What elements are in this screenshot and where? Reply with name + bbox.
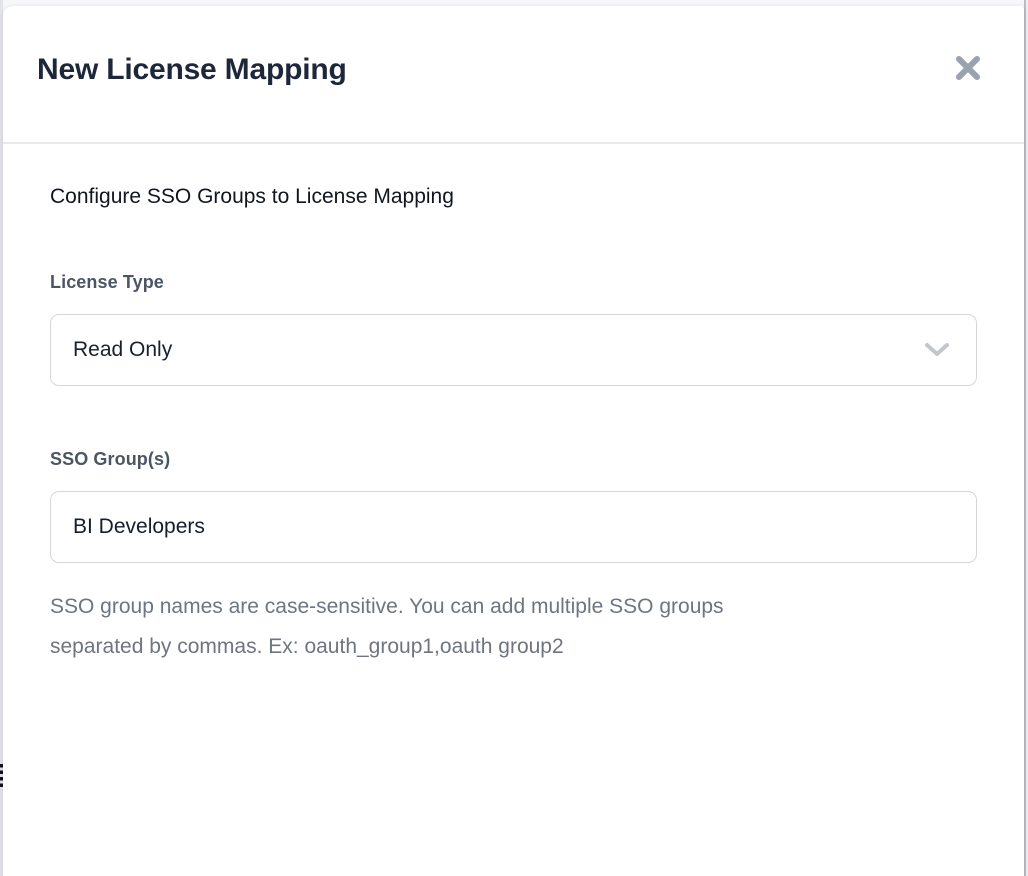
sso-groups-input[interactable]: [51, 492, 976, 562]
modal-header: New License Mapping: [3, 6, 1024, 144]
license-type-label: License Type: [50, 272, 977, 293]
modal-body: Configure SSO Groups to License Mapping …: [3, 144, 1024, 876]
screen: New License Mapping Configure SSO Groups…: [0, 0, 1028, 876]
window-right-border: [1024, 0, 1026, 876]
chevron-down-icon: [923, 341, 951, 359]
help-line-1: SSO group names are case-sensitive. You …: [50, 587, 977, 627]
license-type-selected-value: Read Only: [51, 338, 172, 362]
license-type-select[interactable]: Read Only: [50, 314, 977, 386]
sso-groups-help-text: SSO group names are case-sensitive. You …: [50, 587, 977, 667]
sso-groups-label: SSO Group(s): [50, 449, 977, 470]
close-button[interactable]: [950, 50, 986, 86]
help-line-2: separated by commas. Ex: oauth_group1,oa…: [50, 627, 977, 667]
modal-title: New License Mapping: [37, 53, 347, 87]
x-icon: [953, 53, 983, 83]
modal-subtitle: Configure SSO Groups to License Mapping: [50, 185, 977, 209]
new-license-mapping-modal: New License Mapping Configure SSO Groups…: [3, 6, 1024, 876]
sso-groups-field-wrapper: [50, 491, 977, 563]
